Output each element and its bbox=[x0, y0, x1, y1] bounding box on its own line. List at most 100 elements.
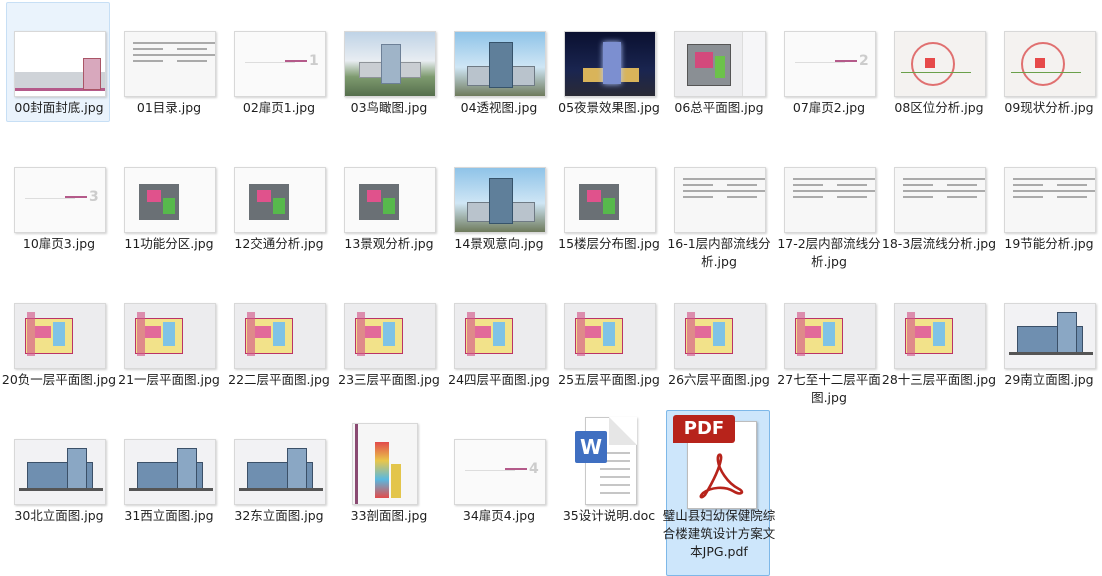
text-line bbox=[903, 190, 947, 192]
text-line bbox=[837, 184, 867, 186]
corridor-shape bbox=[247, 312, 255, 356]
file-item[interactable]: 05夜景效果图.jpg bbox=[556, 2, 660, 122]
file-item[interactable]: PDF 璧山县妇幼保健院综合楼建筑设计方案文本JPG.pdf bbox=[663, 410, 775, 576]
file-item[interactable]: 31西立面图.jpg bbox=[116, 410, 220, 530]
file-item[interactable]: 27七至十二层平面图.jpg bbox=[776, 274, 881, 405]
view-thumbnail bbox=[454, 31, 546, 97]
tower-shape bbox=[177, 448, 197, 490]
file-item[interactable]: 19节能分析.jpg bbox=[996, 138, 1100, 258]
section-shape bbox=[375, 442, 389, 498]
text-line bbox=[133, 60, 163, 62]
text-line bbox=[1057, 184, 1087, 186]
text-line bbox=[727, 196, 757, 198]
floor-thumbnail bbox=[674, 303, 766, 369]
file-item[interactable]: 3 10扉页3.jpg bbox=[6, 138, 110, 258]
file-name-label: 15楼层分布图.jpg bbox=[558, 236, 660, 251]
file-name-label: 10扉页3.jpg bbox=[22, 236, 96, 251]
file-item[interactable]: 26六层平面图.jpg bbox=[666, 274, 770, 394]
floor-thumbnail bbox=[454, 303, 546, 369]
file-item[interactable]: 33剖面图.jpg bbox=[336, 410, 440, 530]
file-item[interactable]: 09现状分析.jpg bbox=[996, 2, 1100, 122]
text-line bbox=[793, 196, 823, 198]
file-name-label: 09现状分析.jpg bbox=[1004, 100, 1094, 115]
file-item[interactable]: 00封面封底.jpg bbox=[6, 2, 110, 122]
file-item[interactable]: 11功能分区.jpg bbox=[116, 138, 220, 258]
zone-shape bbox=[603, 198, 615, 214]
file-item[interactable]: 30北立面图.jpg bbox=[6, 410, 110, 530]
floor-thumbnail bbox=[124, 303, 216, 369]
text-line bbox=[177, 42, 215, 44]
ground-line bbox=[1009, 352, 1093, 355]
room-shape bbox=[915, 326, 931, 338]
file-name-label: 32东立面图.jpg bbox=[234, 508, 324, 523]
room-shape bbox=[493, 322, 505, 346]
corridor-shape bbox=[357, 312, 365, 356]
file-item[interactable]: 1 02扉页1.jpg bbox=[226, 2, 330, 122]
file-item[interactable]: 22二层平面图.jpg bbox=[226, 274, 330, 394]
file-item[interactable]: 13景观分析.jpg bbox=[336, 138, 440, 258]
file-item[interactable]: 16-1层内部流线分析.jpg bbox=[666, 138, 771, 269]
file-name-label: 08区位分析.jpg bbox=[894, 100, 984, 115]
dist-thumbnail bbox=[1004, 31, 1096, 97]
blank-thumbnail: 4 bbox=[454, 439, 546, 505]
room-shape bbox=[365, 326, 381, 338]
file-name-label: 27七至十二层平面图.jpg bbox=[777, 372, 881, 405]
file-item[interactable]: 32东立面图.jpg bbox=[226, 410, 330, 530]
text-line bbox=[1013, 184, 1043, 186]
road-line bbox=[1011, 72, 1081, 73]
file-item[interactable]: 21一层平面图.jpg bbox=[116, 274, 220, 394]
file-item[interactable]: 28十三层平面图.jpg bbox=[882, 274, 996, 394]
file-grid: 00封面封底.jpg 01目录.jpg 1 02扉页1.jpg 03鸟瞰图.jpg 04透… bbox=[0, 0, 1102, 576]
marker-shape bbox=[925, 58, 935, 68]
ground-line bbox=[129, 488, 213, 491]
floor-thumbnail bbox=[784, 303, 876, 369]
file-item[interactable]: 17-2层内部流线分析.jpg bbox=[776, 138, 881, 269]
text-line bbox=[683, 196, 713, 198]
title-mark bbox=[285, 60, 307, 62]
room-shape bbox=[53, 322, 65, 346]
text-line-icon bbox=[600, 476, 630, 478]
ground-line bbox=[239, 488, 323, 491]
file-item[interactable]: 25五层平面图.jpg bbox=[556, 274, 660, 394]
file-item[interactable]: W 35设计说明.doc bbox=[556, 410, 660, 530]
room-shape bbox=[145, 326, 161, 338]
file-item[interactable]: 4 34扉页4.jpg bbox=[446, 410, 550, 530]
text-line bbox=[1057, 190, 1095, 192]
page-number: 1 bbox=[309, 53, 319, 69]
photo-thumbnail bbox=[344, 31, 436, 97]
section-shape bbox=[391, 464, 401, 498]
zone-shape bbox=[715, 56, 725, 78]
file-item[interactable]: 01目录.jpg bbox=[116, 2, 220, 122]
corridor-shape bbox=[797, 312, 805, 356]
pdf-document-icon: PDF bbox=[673, 415, 763, 509]
text-line bbox=[837, 196, 867, 198]
section-thumbnail bbox=[352, 423, 418, 505]
file-name-label: 29南立面图.jpg bbox=[1004, 372, 1094, 387]
file-name-label: 31西立面图.jpg bbox=[124, 508, 214, 523]
file-item[interactable]: 2 07扉页2.jpg bbox=[776, 2, 880, 122]
file-name-label: 35设计说明.doc bbox=[562, 508, 656, 523]
file-name-label: 30北立面图.jpg bbox=[14, 508, 104, 523]
file-name-label: 05夜景效果图.jpg bbox=[558, 100, 660, 115]
corridor-shape bbox=[577, 312, 585, 356]
file-item[interactable]: 24四层平面图.jpg bbox=[446, 274, 550, 394]
plan-thumbnail bbox=[674, 31, 766, 97]
file-item[interactable]: 12交通分析.jpg bbox=[226, 138, 330, 258]
file-item[interactable]: 08区位分析.jpg bbox=[886, 2, 990, 122]
file-item[interactable]: 29南立面图.jpg bbox=[996, 274, 1100, 394]
file-name-label: 06总平面图.jpg bbox=[674, 100, 764, 115]
file-item[interactable]: 20负一层平面图.jpg bbox=[2, 274, 116, 394]
file-name-label: 21一层平面图.jpg bbox=[118, 372, 220, 387]
file-item[interactable]: 04透视图.jpg bbox=[446, 2, 550, 122]
file-item[interactable]: 23三层平面图.jpg bbox=[336, 274, 440, 394]
file-name-label: 01目录.jpg bbox=[136, 100, 202, 115]
text-line bbox=[793, 178, 837, 180]
corridor-shape bbox=[907, 312, 915, 356]
file-item[interactable]: 15楼层分布图.jpg bbox=[556, 138, 660, 258]
file-name-label: 25五层平面图.jpg bbox=[558, 372, 660, 387]
text-line-icon bbox=[600, 484, 630, 486]
file-item[interactable]: 03鸟瞰图.jpg bbox=[336, 2, 440, 122]
file-item[interactable]: 18-3层流线分析.jpg bbox=[882, 138, 996, 258]
file-item[interactable]: 14景观意向.jpg bbox=[446, 138, 550, 258]
file-item[interactable]: 06总平面图.jpg bbox=[666, 2, 770, 122]
